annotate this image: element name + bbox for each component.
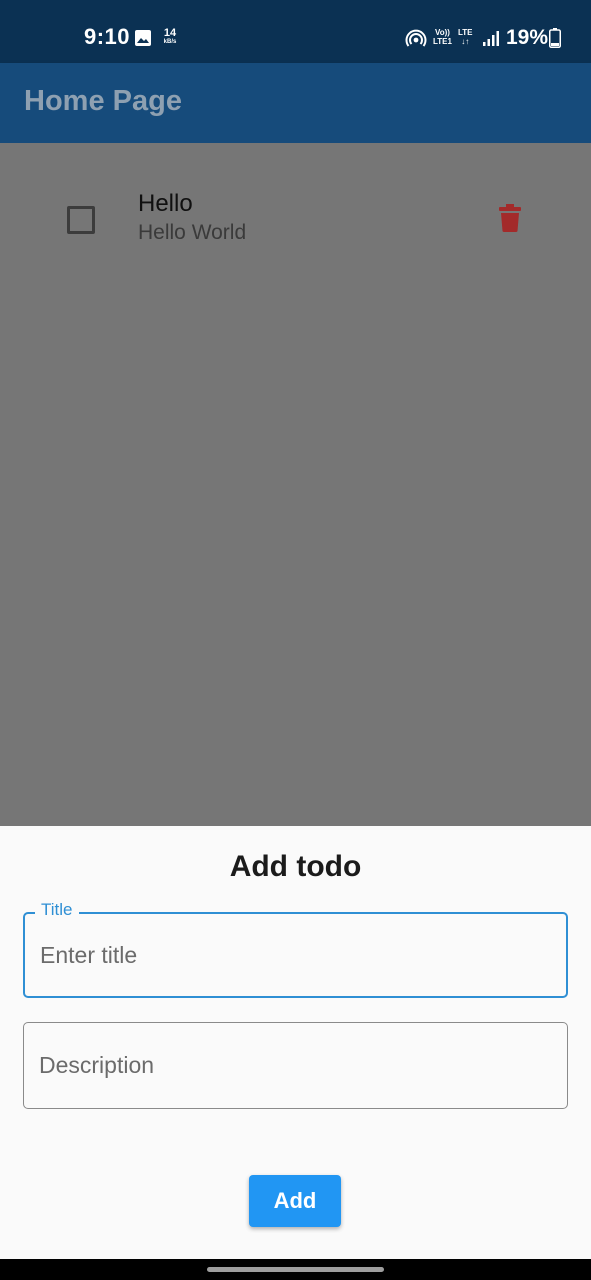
battery-percent: 19%: [506, 26, 549, 49]
title-field[interactable]: Title: [23, 900, 568, 998]
lte-top: LTE: [458, 28, 473, 37]
page-title: Home Page: [24, 85, 182, 117]
trash-icon: [499, 204, 521, 232]
volte-top: Vo)): [435, 28, 450, 37]
battery-icon: [549, 28, 561, 48]
delete-button[interactable]: [492, 201, 528, 237]
screen: 9:10 14 kB/s Vo)) LTE1 LTE ↓↑ 19% Home P…: [0, 0, 591, 1280]
navigation-bar: [0, 1259, 591, 1280]
lte-indicator: LTE ↓↑: [458, 28, 473, 46]
volte-indicator: Vo)) LTE1: [433, 28, 452, 46]
app-bar: Home Page: [0, 63, 591, 143]
description-input[interactable]: [39, 1023, 549, 1108]
lte-arrows: ↓↑: [461, 37, 470, 46]
todo-list: Hello Hello World: [0, 143, 591, 826]
description-field[interactable]: [23, 1022, 568, 1109]
add-todo-sheet: Add todo Title Add: [0, 826, 591, 1259]
home-gesture-handle[interactable]: [207, 1267, 384, 1272]
network-speed-unit: kB/s: [163, 39, 177, 45]
network-speed: 14 kB/s: [159, 27, 181, 46]
add-button[interactable]: Add: [249, 1175, 341, 1227]
sheet-title: Add todo: [229, 850, 362, 883]
title-input[interactable]: [40, 914, 550, 996]
gallery-icon: [135, 30, 151, 46]
todo-description: Hello World: [138, 221, 247, 244]
status-bar: 9:10 14 kB/s Vo)) LTE1 LTE ↓↑ 19%: [0, 0, 591, 63]
todo-checkbox[interactable]: [67, 206, 95, 234]
volte-bottom: LTE1: [433, 37, 452, 46]
todo-title: Hello: [138, 190, 193, 217]
signal-icon: [483, 31, 499, 46]
status-time: 9:10: [84, 24, 131, 49]
todo-item[interactable]: Hello Hello World: [0, 143, 591, 293]
network-speed-value: 14: [163, 27, 177, 39]
hotspot-icon: [405, 29, 427, 47]
